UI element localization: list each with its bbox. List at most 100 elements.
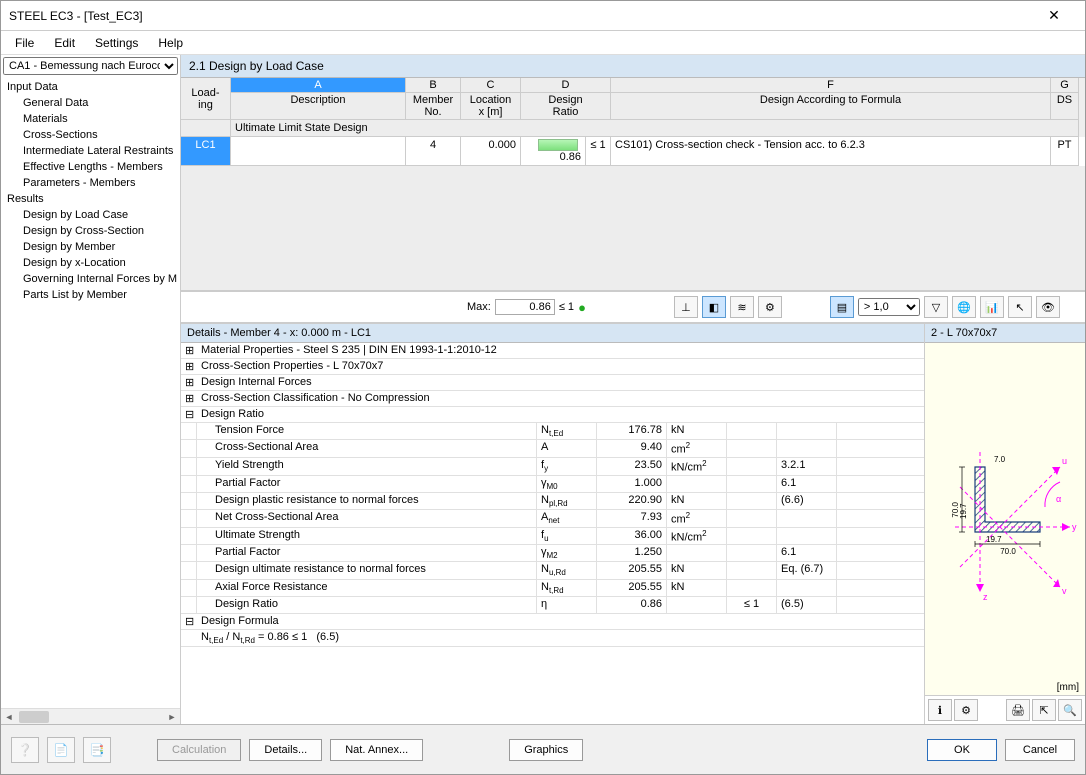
cell-cond: ≤ 1 [586, 137, 611, 166]
det-nurd: Design ultimate resistance to normal for… [181, 562, 924, 579]
ratio-filter-combo[interactable]: > 1,0 [858, 298, 920, 316]
cell-formula: CS101) Cross-section check - Tension acc… [611, 137, 1051, 166]
details-panel: Details - Member 4 - x: 0.000 m - LC1 ⊞M… [181, 324, 925, 724]
grid-empty-area [181, 166, 1085, 291]
det-ntrd: Axial Force ResistanceNt,Rd205.55kN [181, 580, 924, 597]
filter-btn-1[interactable]: ⊥ [674, 296, 698, 318]
det-formula-heading[interactable]: ⊟Design Formula [181, 614, 924, 630]
det-gamma-m2: Partial FactorγM21.2506.1 [181, 545, 924, 562]
col-loading: Load- ing [181, 78, 231, 120]
menu-settings[interactable]: Settings [85, 32, 148, 54]
nav-materials[interactable]: Materials [1, 111, 180, 127]
filter-apply-btn[interactable]: ▽ [924, 296, 948, 318]
export-report-icon[interactable]: 📑 [83, 737, 111, 763]
col-C[interactable]: C [461, 78, 521, 93]
cell-member: 4 [406, 137, 461, 166]
col-D[interactable]: D [521, 78, 611, 93]
sidebar-hscroll[interactable]: ◄ ► [1, 708, 180, 724]
calculation-button[interactable]: Calculation [157, 739, 241, 761]
scroll-left-icon[interactable]: ◄ [1, 710, 17, 724]
section-preview: 2 - L 70x70x7 [925, 324, 1085, 724]
det-fu: Ultimate Strengthfu36.00kN/cm2 [181, 528, 924, 546]
det-ratio-val: Design Ratioη0.86≤ 1(6.5) [181, 597, 924, 614]
cell-description [231, 137, 406, 166]
details-header: Details - Member 4 - x: 0.000 m - LC1 [181, 324, 924, 343]
grid-toolbar: Max: ≤ 1 ● ⊥ ◧ ≋ ⚙ ▤ > 1,0 ▽ 🌐 📊 ↖ 👁 [181, 292, 1085, 323]
nav-parameters[interactable]: Parameters - Members [1, 175, 180, 191]
main-panel: 2.1 Design by Load Case Load- ing A B C … [181, 55, 1085, 724]
det-gamma-m0: Partial FactorγM01.0006.1 [181, 476, 924, 493]
det-material[interactable]: ⊞Material Properties - Steel S 235 | DIN… [181, 343, 924, 359]
ok-button[interactable]: OK [927, 739, 997, 761]
nav-general-data[interactable]: General Data [1, 95, 180, 111]
help-icon[interactable]: ❔ [11, 737, 39, 763]
preview-unit: [mm] [925, 680, 1085, 695]
export-btn[interactable]: 🌐 [952, 296, 976, 318]
svg-text:19.7: 19.7 [959, 502, 968, 518]
graphics-button[interactable]: Graphics [509, 739, 583, 761]
svg-text:7.0: 7.0 [994, 455, 1006, 464]
det-section-props[interactable]: ⊞Cross-Section Properties - L 70x70x7 [181, 359, 924, 375]
preview-canvas[interactable]: y z u v α 70.0 70.0 7.0 [925, 343, 1085, 680]
titlebar: STEEL EC3 - [Test_EC3] ✕ [1, 1, 1085, 31]
svg-text:19.7: 19.7 [986, 535, 1002, 544]
col-design-ratio: Design Ratio [521, 93, 611, 120]
nav-design-by-member[interactable]: Design by Member [1, 239, 180, 255]
nav-design-by-load[interactable]: Design by Load Case [1, 207, 180, 223]
section-props-icon[interactable]: ⚙ [954, 699, 978, 721]
nav-cross-sections[interactable]: Cross-Sections [1, 127, 180, 143]
section-header: 2.1 Design by Load Case [181, 55, 1085, 78]
filter-btn-4[interactable]: ⚙ [758, 296, 782, 318]
axis-v: v [1062, 586, 1067, 596]
filter-btn-2[interactable]: ◧ [702, 296, 726, 318]
nav-governing-forces[interactable]: Governing Internal Forces by M [1, 271, 180, 287]
axis-z: z [983, 592, 988, 602]
details-button[interactable]: Details... [249, 739, 322, 761]
info-icon[interactable]: ℹ [928, 699, 952, 721]
filter-btn-3[interactable]: ≋ [730, 296, 754, 318]
load-case-combo[interactable]: CA1 - Bemessung nach Eurocod [3, 57, 178, 75]
window-title: STEEL EC3 - [Test_EC3] [9, 9, 1031, 23]
det-yield: Yield Strengthfy23.50kN/cm23.2.1 [181, 458, 924, 476]
close-button[interactable]: ✕ [1031, 1, 1077, 31]
print-icon[interactable]: 🖨 [1006, 699, 1030, 721]
result-row[interactable]: LC1 4 0.000 0.86 ≤ 1 CS101) Cross-sectio… [181, 137, 1085, 166]
preview-toolbar: ℹ ⚙ 🖨 ⇱ 🔍 [925, 695, 1085, 724]
col-member-no: Member No. [406, 93, 461, 120]
menu-help[interactable]: Help [148, 32, 193, 54]
col-A[interactable]: A [231, 78, 406, 93]
show-colors-btn[interactable]: ▤ [830, 296, 854, 318]
menu-edit[interactable]: Edit [44, 32, 85, 54]
det-classification[interactable]: ⊞Cross-Section Classification - No Compr… [181, 391, 924, 407]
col-G[interactable]: G [1051, 78, 1079, 93]
scroll-right-icon[interactable]: ► [164, 710, 180, 724]
cell-location: 0.000 [461, 137, 521, 166]
nav-design-by-x[interactable]: Design by x-Location [1, 255, 180, 271]
eye-btn[interactable]: 👁 [1036, 296, 1060, 318]
nav-tree: Input Data General Data Materials Cross-… [1, 77, 180, 708]
det-anet: Net Cross-Sectional AreaAnet7.93cm2 [181, 510, 924, 528]
nav-parts-list[interactable]: Parts List by Member [1, 287, 180, 303]
sidebar: CA1 - Bemessung nach Eurocod Input Data … [1, 55, 181, 724]
cell-ds: PT [1051, 137, 1079, 166]
report-icon[interactable]: 📄 [47, 737, 75, 763]
max-value-input[interactable] [495, 299, 555, 315]
col-F[interactable]: F [611, 78, 1051, 93]
pick-btn[interactable]: ↖ [1008, 296, 1032, 318]
col-B[interactable]: B [406, 78, 461, 93]
axis-alpha: α [1056, 494, 1061, 504]
excel-btn[interactable]: 📊 [980, 296, 1004, 318]
zoom-icon[interactable]: 🔍 [1058, 699, 1082, 721]
nav-lateral-restraints[interactable]: Intermediate Lateral Restraints [1, 143, 180, 159]
det-internal-forces[interactable]: ⊞Design Internal Forces [181, 375, 924, 391]
cancel-button[interactable]: Cancel [1005, 739, 1075, 761]
menu-file[interactable]: File [5, 32, 44, 54]
nav-heading-input: Input Data [1, 79, 180, 95]
nat-annex-button[interactable]: Nat. Annex... [330, 739, 423, 761]
det-ratio-heading[interactable]: ⊟Design Ratio [181, 407, 924, 423]
preview-title: 2 - L 70x70x7 [925, 324, 1085, 343]
nav-effective-lengths[interactable]: Effective Lengths - Members [1, 159, 180, 175]
group-spacer [181, 120, 231, 137]
nav-design-by-cross[interactable]: Design by Cross-Section [1, 223, 180, 239]
axes-icon[interactable]: ⇱ [1032, 699, 1056, 721]
